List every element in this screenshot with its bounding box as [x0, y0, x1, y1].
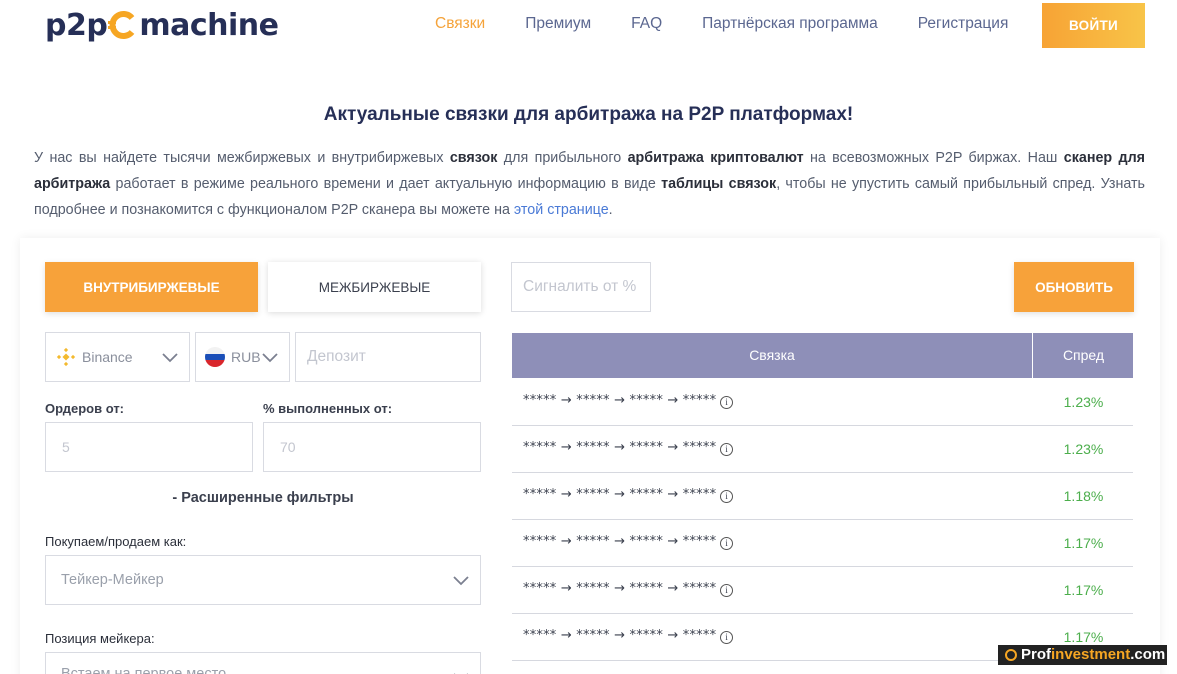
buy-sell-label: Покупаем/продаем как: [45, 534, 187, 549]
logo-prefix: p2p [45, 7, 108, 43]
intro-bold-2: арбитража криптовалют [627, 150, 804, 166]
intro-text-1: У нас вы найдете тысячи межбиржевых и вн… [34, 150, 450, 166]
orders-input[interactable] [46, 423, 252, 471]
watermark-part-2: investment [1051, 646, 1131, 663]
bundle-path: ***** → ***** → ***** → ***** i [523, 581, 734, 597]
table-row[interactable]: ***** → ***** → ***** → ***** i 1.23% [512, 426, 1133, 473]
nav-link-partner-program[interactable]: Партнёрская программа [702, 14, 878, 34]
signal-field[interactable] [511, 262, 651, 312]
currency-value: RUB [231, 349, 261, 365]
bundle-path-text: ***** → ***** → ***** → ***** [523, 534, 717, 549]
refresh-button[interactable]: обновить [1014, 262, 1134, 312]
bundle-path: ***** → ***** → ***** → ***** i [523, 393, 734, 409]
nav-link-faq[interactable]: FAQ [631, 14, 662, 34]
logo-coin-icon [108, 10, 138, 40]
intro-text-4: работает в режиме реального времени и да… [110, 176, 662, 192]
table-row[interactable]: ***** → ***** → ***** → ***** i 1.17% [512, 567, 1133, 614]
spread-value: 1.17% [1063, 535, 1104, 551]
maker-position-select[interactable]: Встаем на первое место [45, 652, 481, 674]
info-icon[interactable]: i [720, 443, 734, 456]
nav-link-bundles[interactable]: Связки [435, 14, 485, 34]
info-icon[interactable]: i [720, 631, 734, 644]
watermark-part-1: Prof [1021, 646, 1051, 663]
logo-suffix: machine [139, 7, 279, 43]
currency-select[interactable]: RUB [195, 332, 290, 382]
bundle-path: ***** → ***** → ***** → ***** i [523, 628, 734, 644]
watermark-part-3: .com [1130, 646, 1166, 663]
tab-inter-exchange[interactable]: межбиржевые [268, 262, 481, 312]
info-icon[interactable]: i [720, 584, 734, 597]
spread-value: 1.23% [1063, 394, 1104, 410]
advanced-filters-toggle[interactable]: - Расширенные фильтры [45, 490, 481, 506]
scanner-info-link[interactable]: этой странице [514, 202, 609, 218]
completed-input[interactable] [264, 423, 480, 471]
bundle-path-text: ***** → ***** → ***** → ***** [523, 393, 717, 408]
bundle-path: ***** → ***** → ***** → ***** i [523, 440, 734, 456]
bundle-path: ***** → ***** → ***** → ***** i [523, 534, 734, 550]
bundle-path-text: ***** → ***** → ***** → ***** [523, 581, 717, 596]
login-button[interactable]: войти [1042, 3, 1145, 48]
table-row[interactable]: ***** → ***** → ***** → ***** i 1.18% [512, 473, 1133, 520]
intro-text-6: . [608, 202, 613, 218]
bundle-path: ***** → ***** → ***** → ***** i [523, 487, 734, 503]
deposit-field[interactable] [295, 332, 481, 382]
info-icon[interactable]: i [720, 490, 734, 503]
intro-bold-4: таблицы связок [661, 176, 777, 192]
buy-sell-value: Тейкер-Мейкер [61, 572, 164, 588]
signal-input[interactable] [512, 263, 650, 311]
chevron-down-icon [162, 353, 178, 363]
column-header-spread: Спред [1062, 347, 1105, 363]
watermark-logo-icon [1005, 649, 1017, 661]
completed-field[interactable] [263, 422, 481, 472]
intro-text-3: на всевозможных P2P биржах. Наш [803, 150, 1064, 166]
russia-flag-icon [205, 347, 225, 367]
bundle-path-text: ***** → ***** → ***** → ***** [523, 487, 717, 502]
table-row[interactable]: ***** → ***** → ***** → ***** i 1.17% [512, 520, 1133, 567]
exchange-select[interactable]: Binance [45, 332, 190, 382]
orders-field[interactable] [45, 422, 253, 472]
site-header: p2p machine Связки Премиум FAQ Партнёрск… [0, 0, 1177, 60]
spread-value: 1.23% [1063, 441, 1104, 457]
binance-icon [56, 347, 76, 367]
column-header-bundle: Связка [512, 333, 1033, 378]
deposit-input[interactable] [296, 333, 480, 381]
chevron-down-icon [262, 353, 278, 363]
spread-value: 1.18% [1063, 488, 1104, 504]
orders-label: Ордеров от: [45, 401, 125, 416]
chevron-down-icon [453, 576, 469, 586]
nav-link-registration[interactable]: Регистрация [918, 14, 1009, 34]
info-icon[interactable]: i [720, 537, 734, 550]
tab-intra-exchange[interactable]: внутрибиржевые [45, 262, 258, 312]
spread-value: 1.17% [1063, 629, 1104, 645]
bundles-table-header: Связка Спред [512, 333, 1133, 378]
info-icon[interactable]: i [720, 396, 734, 409]
watermark-badge: Prof investment .com [998, 645, 1167, 665]
bundle-path-text: ***** → ***** → ***** → ***** [523, 628, 717, 643]
intro-paragraph: У нас вы найдете тысячи межбиржевых и вн… [34, 145, 1145, 223]
maker-position-label: Позиция мейкера: [45, 631, 155, 646]
intro-text-2: для прибыльного [497, 150, 628, 166]
spread-value: 1.17% [1063, 582, 1104, 598]
completed-label: % выполненных от: [263, 401, 393, 416]
table-row[interactable]: ***** → ***** → ***** → ***** i 1.23% [512, 379, 1133, 426]
bundle-path-text: ***** → ***** → ***** → ***** [523, 440, 717, 455]
page-title: Актуальные связки для арбитража на P2P п… [323, 104, 854, 125]
intro-bold-1: связок [449, 150, 498, 166]
buy-sell-select[interactable]: Тейкер-Мейкер [45, 555, 481, 605]
maker-position-value: Встаем на первое место [61, 666, 227, 674]
exchange-value: Binance [82, 349, 133, 365]
nav-link-premium[interactable]: Премиум [525, 14, 591, 34]
main-nav: Связки Премиум FAQ Партнёрская программа… [435, 14, 1048, 34]
brand-logo[interactable]: p2p machine [45, 5, 279, 45]
